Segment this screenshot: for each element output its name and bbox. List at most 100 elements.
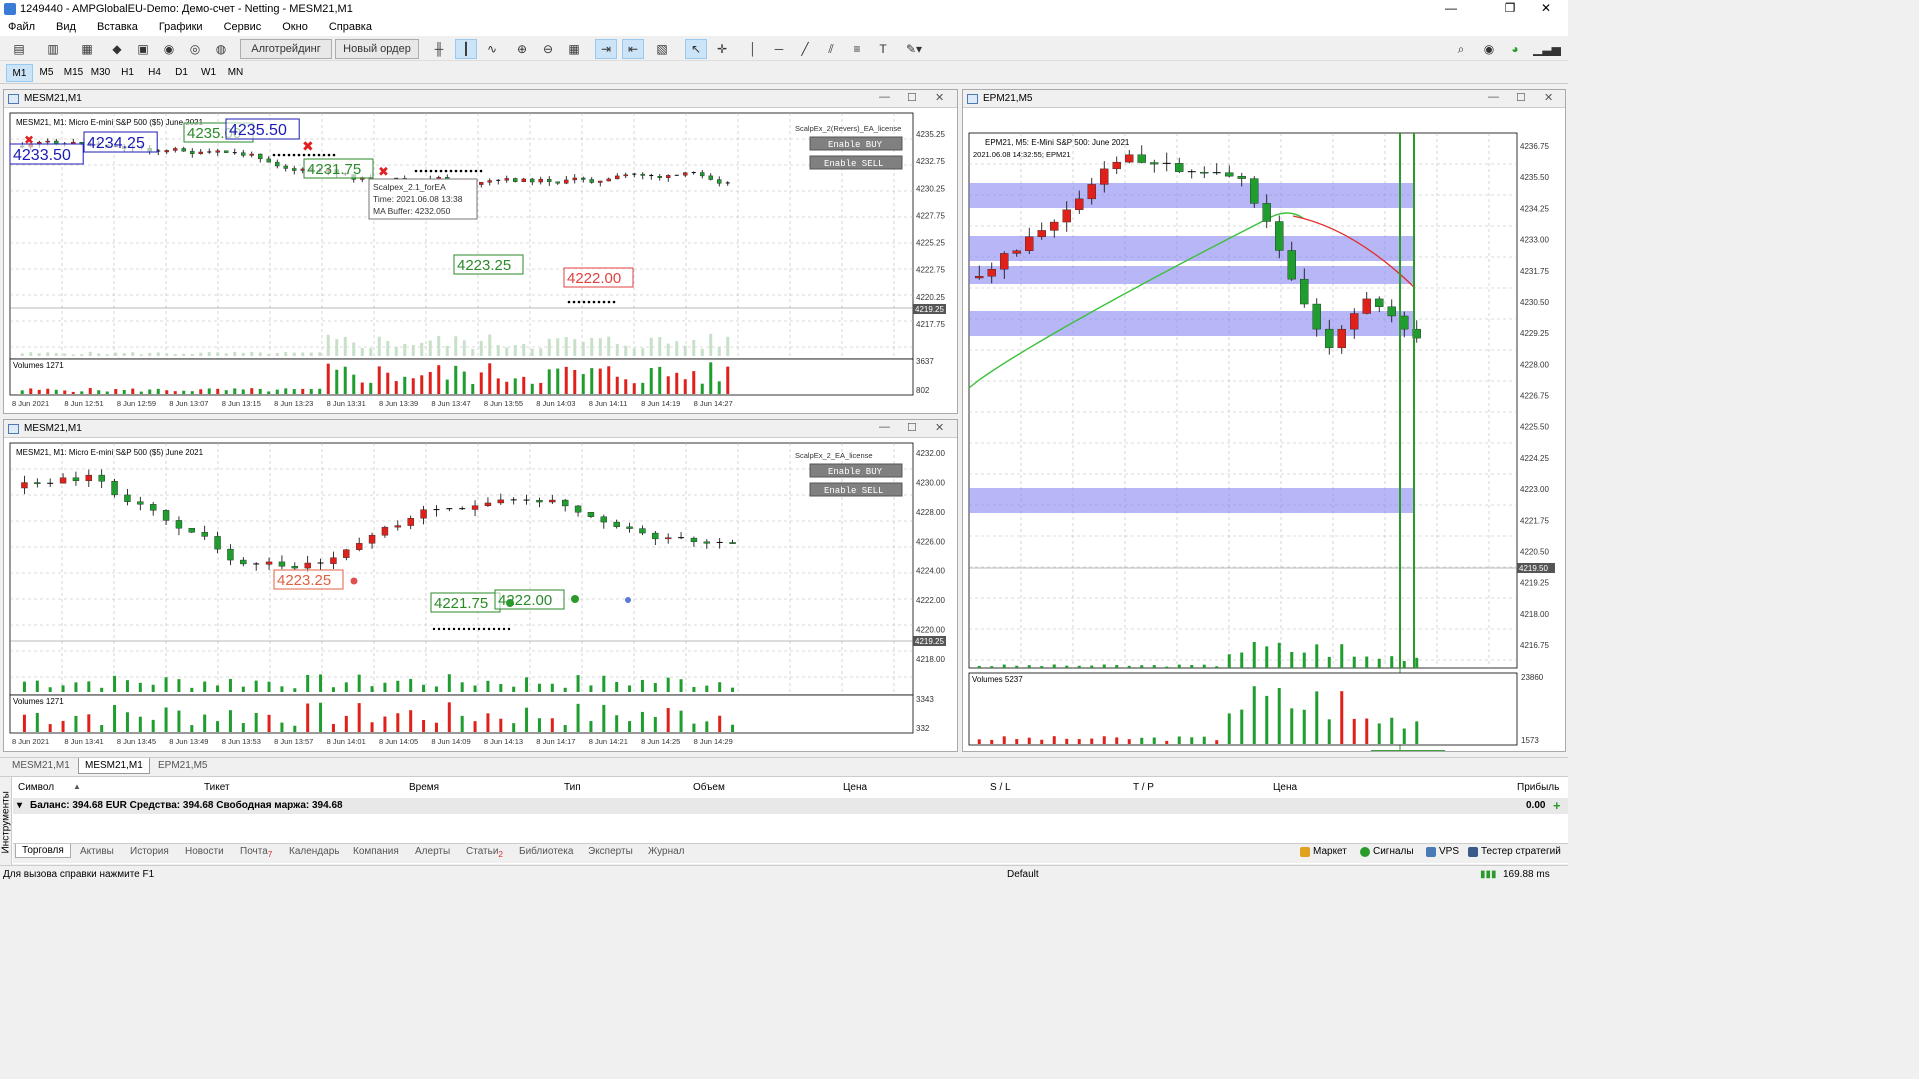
menu-window[interactable]: Окно	[282, 21, 308, 33]
col-tp[interactable]: T / P	[1133, 782, 1154, 793]
text-icon[interactable]: T	[872, 39, 894, 59]
tab-library[interactable]: Библиотека	[519, 846, 573, 857]
tab-history[interactable]: История	[130, 846, 169, 857]
chart-canvas[interactable]: MESM21, M1: Micro E-mini S&P 500 ($5) Ju…	[4, 108, 957, 413]
tf-m5[interactable]: M5	[33, 64, 60, 82]
minimize-chart-icon[interactable]: —	[879, 421, 890, 433]
market-watch-icon[interactable]: ▦	[76, 39, 98, 59]
vertical-line-icon[interactable]: │	[742, 39, 764, 59]
search-chart-icon[interactable]: ◍	[210, 39, 232, 59]
zoom-in-icon[interactable]: ⊕	[511, 39, 533, 59]
navigator-icon[interactable]: ◆	[106, 39, 128, 59]
status-profile[interactable]: Default	[1007, 869, 1039, 880]
maximize-chart-icon[interactable]: ☐	[907, 421, 917, 434]
templates-icon[interactable]: ▧	[651, 39, 673, 59]
candlestick-icon[interactable]: ┃	[455, 39, 477, 59]
tf-h1[interactable]: H1	[114, 64, 141, 82]
signal-dot	[429, 169, 433, 173]
col-ticket[interactable]: Тикет	[204, 782, 230, 793]
tf-m15[interactable]: M15	[60, 64, 87, 82]
tf-m1[interactable]: M1	[6, 63, 33, 82]
tf-m30[interactable]: M30	[87, 64, 114, 82]
tab-journal[interactable]: Журнал	[648, 846, 685, 857]
tf-mn[interactable]: MN	[222, 64, 249, 82]
tf-h4[interactable]: H4	[141, 64, 168, 82]
fibonacci-icon[interactable]: ≡	[846, 39, 868, 59]
col-profit[interactable]: Прибыль	[1517, 782, 1559, 793]
chart-shift-icon[interactable]: ⇤	[622, 39, 644, 59]
tf-d1[interactable]: D1	[168, 64, 195, 82]
toolbox-side-label[interactable]: Инструменты	[0, 777, 12, 865]
vps-button[interactable]: VPS	[1426, 846, 1459, 857]
algotrading-button[interactable]: Алготрейдинг	[240, 39, 332, 59]
tab-company[interactable]: Компания	[353, 846, 399, 857]
search-icon[interactable]: ⌕	[1450, 39, 1472, 59]
menu-help[interactable]: Справка	[329, 21, 372, 33]
col-volume[interactable]: Объем	[693, 782, 725, 793]
lock-icon[interactable]: ▣	[132, 39, 154, 59]
tab-alerts[interactable]: Алерты	[415, 846, 450, 857]
strategy-tester-button[interactable]: Тестер стратегий	[1468, 846, 1561, 857]
maximize-chart-icon[interactable]: ☐	[1516, 91, 1526, 104]
close-chart-icon[interactable]: ✕	[935, 421, 944, 434]
minimize-button[interactable]: —	[1428, 0, 1474, 18]
col-time[interactable]: Время	[409, 782, 439, 793]
trend-line-icon[interactable]: ╱	[794, 39, 816, 59]
minimize-chart-icon[interactable]: —	[1488, 91, 1499, 103]
chart-window-mesm21-2[interactable]: MESM21,M1 — ☐ ✕ MESM21, M1: Micro E-mini…	[3, 419, 958, 752]
autoscroll-icon[interactable]: ⇥	[595, 39, 617, 59]
zoom-out-icon[interactable]: ⊖	[537, 39, 559, 59]
chart-canvas[interactable]: EPM21, M5: E-Mini S&P 500: June 2021 2021…	[963, 108, 1565, 751]
tab-experts[interactable]: Эксперты	[588, 846, 633, 857]
chart-window-mesm21-1[interactable]: MESM21,M1 — ☐ ✕ MESM21, M1: Micro E-mini…	[3, 89, 958, 414]
menu-file[interactable]: Файл	[8, 21, 35, 33]
connection-bars-icon[interactable]: ▁▃▅	[1532, 39, 1562, 59]
close-chart-icon[interactable]: ✕	[1544, 91, 1553, 104]
close-button[interactable]: ✕	[1523, 0, 1569, 18]
col-symbol[interactable]: Символ	[18, 782, 54, 793]
chart-window-epm21[interactable]: EPM21,M5 — ☐ ✕ EPM21, M5: E-Mini S&P 500…	[962, 89, 1566, 752]
strategy-tester-icon[interactable]: ◎	[184, 39, 206, 59]
collapse-icon[interactable]: ▾	[17, 800, 22, 811]
line-chart-icon[interactable]: ∿	[481, 39, 503, 59]
tab-articles[interactable]: Статьи2	[466, 846, 503, 859]
tab-news[interactable]: Новости	[185, 846, 224, 857]
minimize-chart-icon[interactable]: —	[879, 91, 890, 103]
tab-mail[interactable]: Почта7	[240, 846, 272, 859]
new-order-button[interactable]: Новый ордер	[335, 39, 419, 59]
bar-chart-icon[interactable]: ╫	[428, 39, 450, 59]
market-button[interactable]: Маркет	[1300, 846, 1347, 857]
data-window-icon[interactable]: ◉	[158, 39, 180, 59]
menu-charts[interactable]: Графики	[159, 21, 203, 33]
chart-canvas[interactable]: MESM21, M1: Micro E-mini S&P 500 ($5) Ju…	[4, 438, 957, 751]
col-sl[interactable]: S / L	[990, 782, 1011, 793]
horizontal-line-icon[interactable]: ─	[768, 39, 790, 59]
tab-chart-epm21[interactable]: EPM21,M5	[152, 758, 213, 774]
menu-insert[interactable]: Вставка	[97, 21, 138, 33]
new-chart-icon[interactable]: ▤	[8, 39, 30, 59]
close-chart-icon[interactable]: ✕	[935, 91, 944, 104]
tab-chart-mesm21-b[interactable]: MESM21,M1	[78, 758, 150, 774]
col-price[interactable]: Цена	[843, 782, 867, 793]
tab-assets[interactable]: Активы	[80, 846, 114, 857]
shapes-dropdown-icon[interactable]: ✎▾	[898, 39, 930, 59]
col-price-current[interactable]: Цена	[1273, 782, 1297, 793]
profiles-icon[interactable]: ▥	[42, 39, 64, 59]
signal-level-icon[interactable]: ◕	[1504, 39, 1526, 59]
add-icon[interactable]: +	[1553, 798, 1561, 813]
signals-button[interactable]: Сигналы	[1360, 846, 1414, 857]
tf-w1[interactable]: W1	[195, 64, 222, 82]
maximize-chart-icon[interactable]: ☐	[907, 91, 917, 104]
equidistant-channel-icon[interactable]: ⫽	[820, 39, 842, 59]
account-icon[interactable]: ◉	[1478, 39, 1500, 59]
col-type[interactable]: Тип	[564, 782, 581, 793]
crosshair-icon[interactable]: ✛	[711, 39, 733, 59]
balance-row[interactable]: ▾ Баланс: 394.68 EUR Средства: 394.68 Св…	[13, 798, 1568, 814]
tile-windows-icon[interactable]: ▦	[563, 39, 585, 59]
tab-chart-mesm21-a[interactable]: MESM21,M1	[6, 758, 76, 774]
cursor-icon[interactable]: ↖	[685, 39, 707, 59]
menu-view[interactable]: Вид	[56, 21, 76, 33]
menu-tools[interactable]: Сервис	[224, 21, 262, 33]
tab-trade[interactable]: Торговля	[15, 844, 71, 858]
tab-calendar[interactable]: Календарь	[289, 846, 339, 857]
